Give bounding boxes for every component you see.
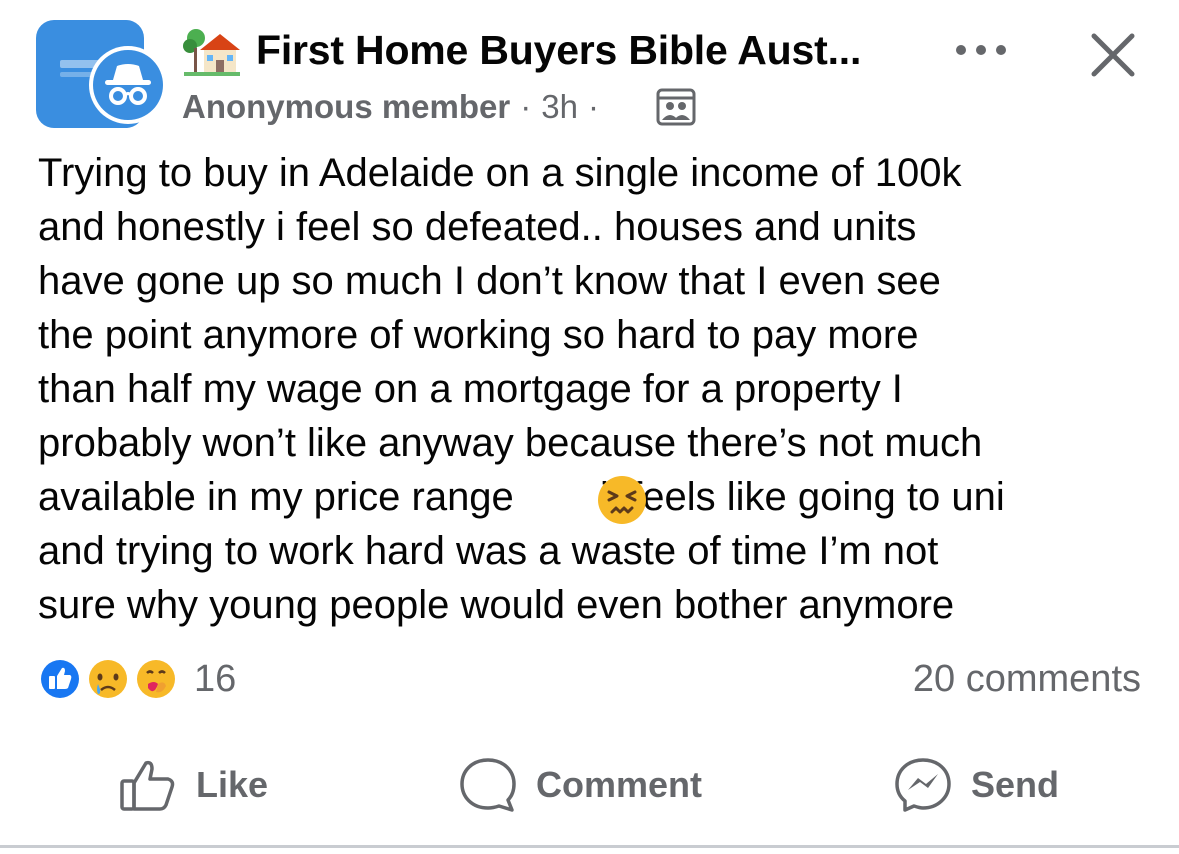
comment-label: Comment [536, 764, 703, 805]
more-options-icon[interactable] [953, 40, 1009, 60]
close-icon[interactable] [1088, 30, 1138, 80]
like-button[interactable]: Like [118, 754, 268, 816]
group-members-icon [656, 88, 696, 126]
care-icon [134, 657, 178, 701]
post-meta: Anonymous member · 3h · [182, 84, 609, 130]
send-label: Send [971, 764, 1060, 805]
incognito-icon [105, 64, 151, 105]
separator: · [587, 88, 599, 125]
like-label: Like [196, 764, 269, 805]
separator: · [520, 88, 532, 125]
reaction-icons [38, 657, 178, 701]
thumbs-up-icon [120, 760, 175, 811]
messenger-icon [895, 758, 951, 812]
bottom-divider [0, 845, 1179, 848]
post-text: Trying to buy in Adelaide on a single in… [38, 146, 1158, 632]
reaction-count[interactable]: 16 [194, 656, 236, 702]
comment-button[interactable]: Comment [458, 754, 702, 816]
reactions-summary[interactable] [36, 654, 196, 704]
comments-count[interactable]: 20 comments [913, 656, 1141, 702]
sad-icon [86, 657, 130, 701]
post-text-part1: Trying to buy in Adelaide on a single in… [38, 151, 983, 519]
house-with-garden-icon [183, 29, 240, 76]
post-time[interactable]: 3h [541, 88, 578, 125]
like-icon [38, 657, 82, 701]
comment-bubble-icon [460, 758, 516, 812]
send-button[interactable]: Send [893, 754, 1059, 816]
persevering-face-icon [598, 476, 646, 524]
anonymous-avatar[interactable] [89, 46, 167, 124]
author-name[interactable]: Anonymous member [182, 88, 510, 125]
group-name[interactable]: First Home Buyers Bible Aust... [256, 24, 861, 76]
